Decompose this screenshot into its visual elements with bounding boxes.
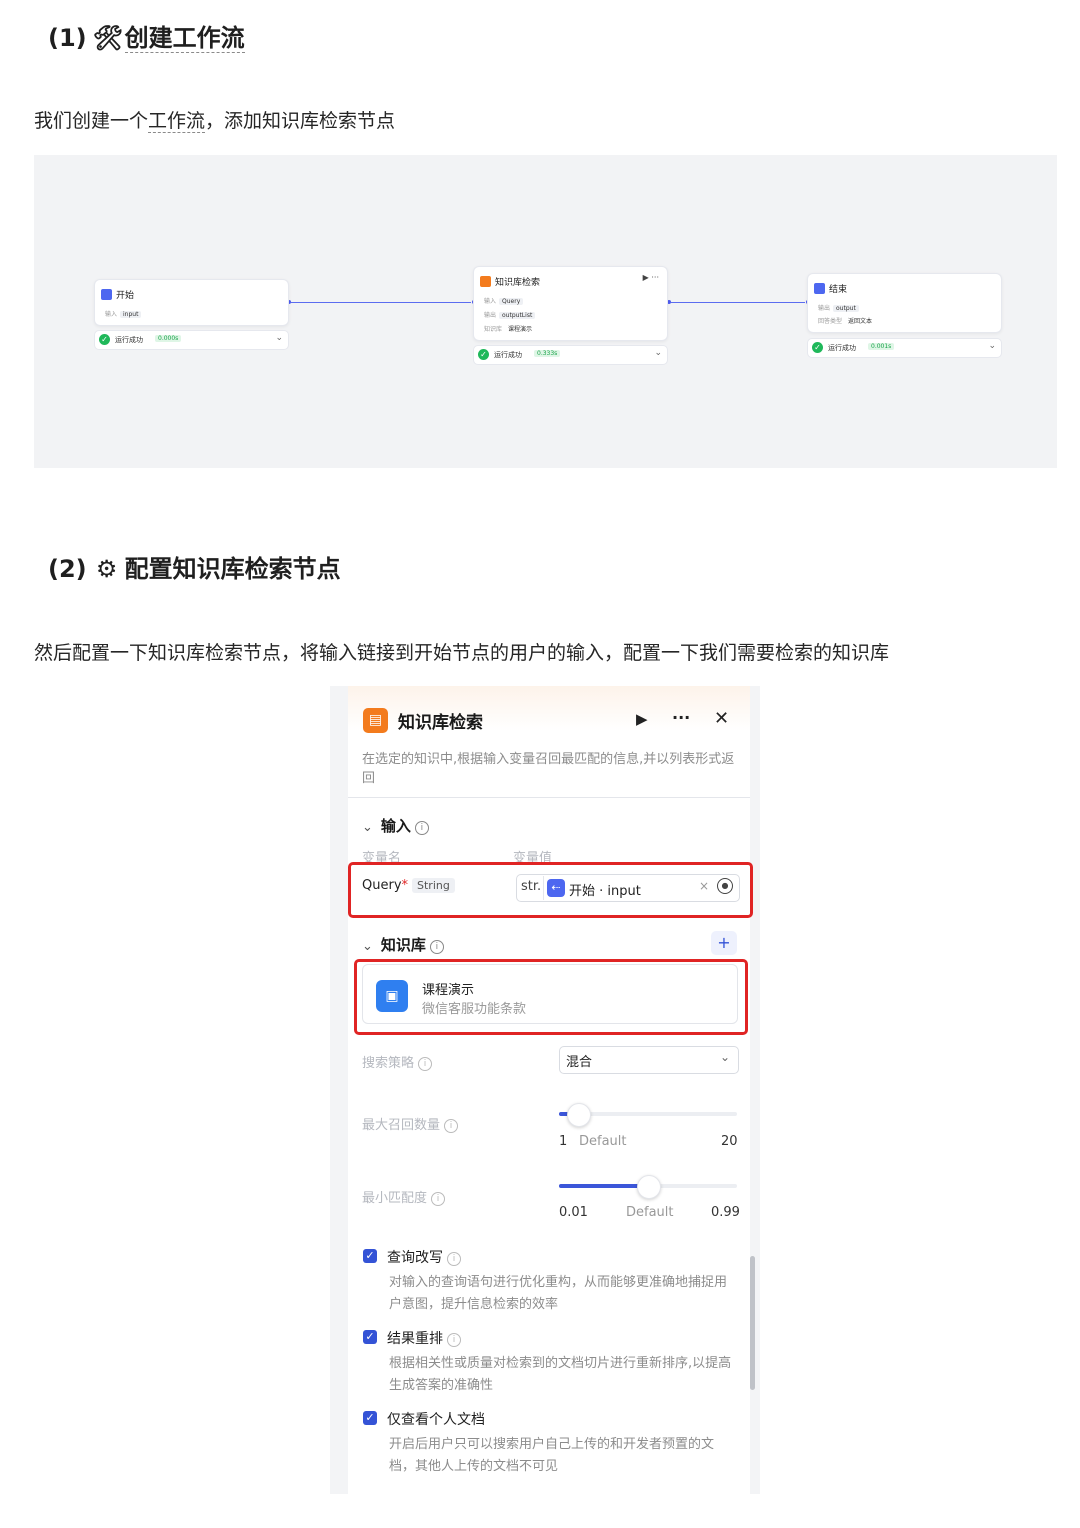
start-node-status[interactable]: ✓ 运行成功 0.000s ⌄: [94, 330, 289, 350]
highlight-input-box: [348, 862, 753, 918]
success-icon: ✓: [478, 349, 489, 360]
rerank-label: 结果重排 i: [387, 1328, 461, 1348]
info-icon[interactable]: i: [447, 1333, 461, 1347]
success-icon: ✓: [812, 342, 823, 353]
strategy-select[interactable]: 混合 ⌄: [559, 1046, 739, 1074]
strategy-label: 搜索策略 i: [362, 1052, 433, 1071]
section-number: (2): [48, 555, 87, 583]
info-icon[interactable]: i: [429, 940, 444, 954]
section-title: 配置知识库检索节点: [124, 555, 341, 583]
kb-node-status[interactable]: ✓ 运行成功 0.333s ⌄: [473, 345, 668, 365]
end-node[interactable]: 结束 输出 output 回答类型 返回文本: [807, 273, 1002, 333]
query-rewrite-label: 查询改写 i: [387, 1247, 461, 1267]
tools-icon: 🛠: [92, 24, 124, 52]
gear-icon: ⚙: [95, 555, 118, 583]
chevron-down-icon: ⌄: [988, 341, 996, 351]
query-rewrite-checkbox[interactable]: ✓: [363, 1249, 377, 1263]
success-icon: ✓: [99, 334, 110, 345]
max-recall-label: 最大召回数量 i: [362, 1114, 459, 1133]
edge-kb-end: [671, 302, 805, 303]
workflow-canvas[interactable]: 开始 输入 input ✓ 运行成功 0.000s ⌄ 知识库检索 ▶ ··· 输…: [34, 155, 1057, 468]
paragraph-configure-kb: 然后配置一下知识库检索节点，将输入链接到开始节点的用户的输入，配置一下我们需要检…: [34, 642, 890, 664]
query-rewrite-desc: 对输入的查询语句进行优化重构，从而能够更准确地捕捉用户意图，提升信息检索的效率: [389, 1275, 728, 1312]
rerank-desc: 根据相关性或质量对检索到的文档切片进行重新排序,以提高生成答案的准确性: [389, 1356, 732, 1393]
edge-start-kb: [291, 302, 471, 303]
info-icon[interactable]: i: [444, 1119, 459, 1133]
end-node-icon: [814, 283, 825, 294]
chevron-down-icon: ⌄: [362, 820, 373, 835]
kb-config-panel: ▤ 知识库检索 ▶ ··· ✕ 在选定的知识中,根据输入变量召回最匹配的信息,并…: [330, 686, 760, 1494]
paragraph-create-workflow: 我们创建一个工作流，添加知识库检索节点: [34, 110, 396, 133]
chevron-down-icon: ⌄: [362, 939, 373, 954]
rerank-checkbox[interactable]: ✓: [363, 1330, 377, 1344]
chevron-down-icon: ⌄: [654, 348, 662, 358]
panel-description: 在选定的知识中,根据输入变量召回最匹配的信息,并以列表形式返回: [362, 752, 735, 786]
info-icon[interactable]: i: [414, 821, 429, 835]
info-icon[interactable]: i: [418, 1057, 433, 1071]
chevron-down-icon: ⌄: [275, 333, 283, 343]
min-match-label: 最小匹配度 i: [362, 1187, 446, 1206]
personal-docs-desc: 开启后用户只可以搜索用户自己上传的和开发者预置的文档，其他人上传的文档不可见: [389, 1437, 715, 1474]
panel-title: 知识库检索: [398, 713, 483, 733]
max-recall-slider-handle[interactable]: [567, 1103, 591, 1127]
min-match-slider-handle[interactable]: [637, 1175, 661, 1199]
workflow-link[interactable]: 工作流: [148, 110, 206, 133]
add-kb-button[interactable]: +: [711, 931, 737, 955]
highlight-kb-box: [354, 959, 748, 1035]
input-section-header[interactable]: ⌄ 输入 i: [362, 815, 429, 836]
kb-retrieval-icon: ▤: [363, 708, 388, 733]
close-icon[interactable]: ✕: [714, 708, 729, 729]
section-heading-configure-kb: (2) ⚙ 配置知识库检索节点: [48, 549, 341, 584]
end-node-status[interactable]: ✓ 运行成功 0.001s ⌄: [807, 338, 1002, 358]
kb-node-icon: [480, 276, 491, 287]
chevron-down-icon: ⌄: [719, 1050, 730, 1064]
info-icon[interactable]: i: [431, 1192, 446, 1206]
section-heading-create-workflow: (1) 🛠创建工作流: [48, 18, 245, 53]
scrollbar[interactable]: [750, 1256, 755, 1390]
kb-node[interactable]: 知识库检索 ▶ ··· 输入 Query 输出 outputList 知识库 课程演示: [473, 266, 668, 341]
info-icon[interactable]: i: [447, 1252, 461, 1266]
personal-docs-checkbox[interactable]: ✓: [363, 1411, 377, 1425]
run-icon[interactable]: ▶: [636, 710, 648, 728]
start-node-icon: [101, 289, 112, 300]
more-icon[interactable]: ···: [672, 708, 690, 727]
section-title: 创建工作流: [124, 24, 245, 53]
section-number: (1): [48, 24, 87, 52]
kb-section-header[interactable]: ⌄ 知识库 i: [362, 934, 444, 955]
kb-node-actions[interactable]: ▶ ···: [643, 273, 659, 282]
personal-docs-label: 仅查看个人文档: [387, 1412, 485, 1428]
start-node[interactable]: 开始 输入 input: [94, 279, 289, 326]
